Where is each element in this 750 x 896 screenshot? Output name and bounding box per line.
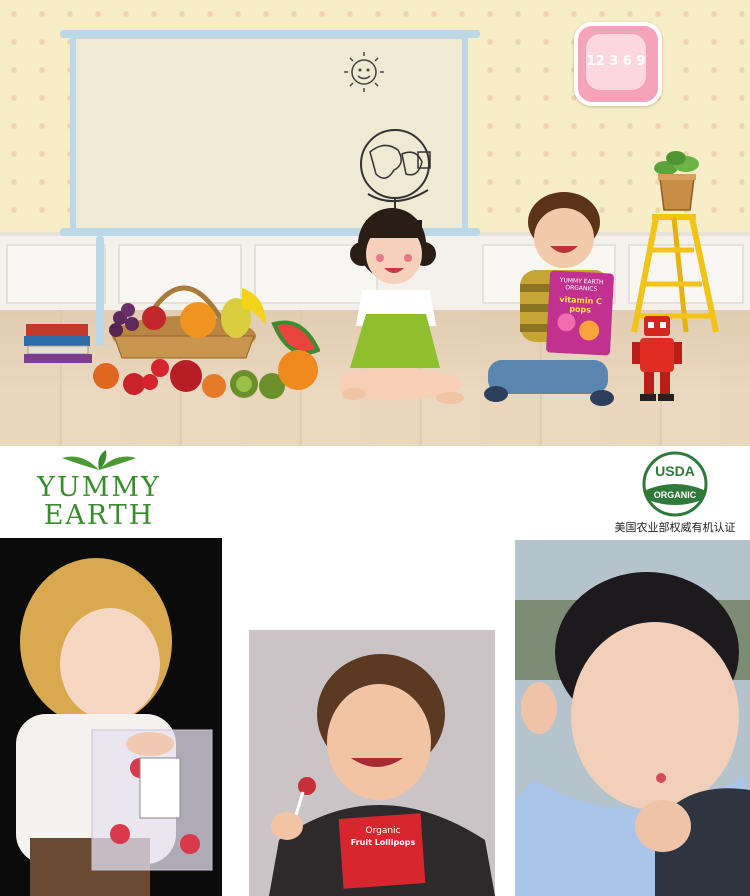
usda-seal-top-text: USDA — [655, 463, 695, 479]
clock-face: 12 3 6 9 — [586, 34, 646, 90]
bag-label-line1: Organic — [365, 826, 401, 836]
bag-label-line2: Fruit Lollipops — [350, 838, 416, 847]
photo-blonde-child-with-lollipops — [0, 538, 222, 896]
hero-banner: 12 3 6 9 YUMMY EARTH ORGANICS vitamin C … — [0, 0, 750, 446]
wall-clock: 12 3 6 9 — [574, 22, 662, 106]
lollipop-graphic — [578, 319, 600, 342]
yummy-earth-logo: YUMMY EARTH — [14, 450, 184, 531]
lollipop-graphic — [557, 312, 576, 332]
usda-seal-bottom-text: ORGANIC — [654, 490, 697, 500]
usda-certification-caption: 美国农业部权威有机认证 — [614, 521, 736, 534]
logo-text-yummy: YUMMY — [37, 472, 161, 503]
bag-product-text: vitamin C pops — [559, 294, 603, 315]
bag-brand-text: YUMMY EARTH ORGANICS — [559, 276, 604, 293]
photo-3-illustration — [515, 540, 750, 896]
leaf-icon — [62, 450, 136, 470]
sitting-girl-illustration — [340, 208, 464, 404]
toy-robot — [632, 316, 682, 401]
sun-and-globe-doodle — [344, 52, 431, 210]
photo-laughing-boy-with-lollipop: Organic Fruit Lollipops — [249, 630, 495, 896]
photo-1-illustration — [16, 558, 213, 896]
board-top-rod — [60, 30, 480, 38]
usda-organic-seal: USDA ORGANIC — [642, 451, 708, 517]
logo-text-earth: EARTH — [43, 500, 155, 531]
photo-toddler-eating-lollipop — [515, 540, 750, 896]
fruit-basket — [93, 285, 320, 399]
potted-plant — [654, 151, 699, 211]
board-left-rod — [70, 30, 76, 236]
vitamin-c-pops-bag: YUMMY EARTH ORGANICS vitamin C pops — [545, 270, 615, 356]
photo-2-illustration — [249, 630, 495, 896]
stack-of-books — [24, 324, 92, 363]
